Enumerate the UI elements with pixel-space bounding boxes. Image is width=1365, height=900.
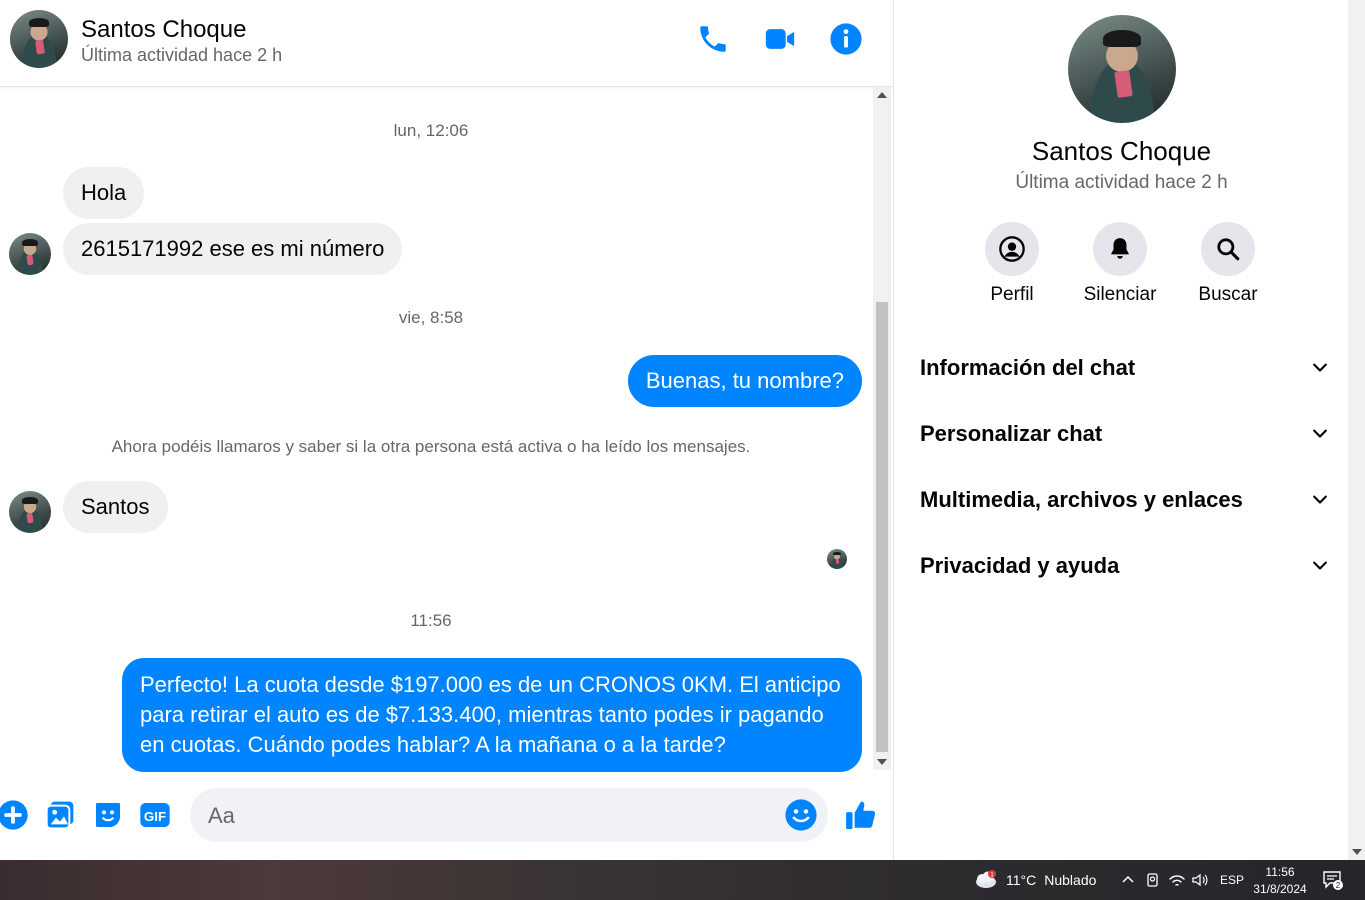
search-icon [1217, 238, 1240, 261]
scroll-down-arrow[interactable] [1352, 849, 1362, 855]
message-scrollbar[interactable] [873, 87, 891, 770]
system-note: Ahora podéis llamaros y saber si la otra… [111, 437, 751, 456]
contact-avatar[interactable] [10, 10, 68, 68]
section-media-files-links[interactable]: Multimedia, archivos y enlaces [920, 475, 1330, 525]
composer: GIF [0, 775, 893, 857]
video-camera-icon[interactable] [763, 22, 797, 56]
profile-button[interactable]: Perfil [962, 222, 1062, 306]
section-privacy-help[interactable]: Privacidad y ayuda [920, 541, 1330, 591]
scroll-thumb[interactable] [876, 302, 888, 752]
conversation-details-panel: Santos Choque Última actividad hace 2 h … [893, 0, 1349, 860]
page-scrollbar[interactable] [1348, 0, 1365, 860]
clock-date: 31/8/2024 [1253, 882, 1307, 896]
timestamp: 11:56 [410, 611, 452, 630]
sticker-icon[interactable] [92, 799, 124, 831]
contact-avatar-large[interactable] [1068, 15, 1176, 123]
timestamp: vie, 8:58 [398, 308, 464, 327]
phone-icon[interactable] [696, 22, 730, 56]
notification-count: 2 [1336, 881, 1341, 890]
windows-taskbar: 1 11°C Nublado ESP 11:56 31/8/2024 2 [0, 860, 1365, 900]
chat-header: Santos Choque Última actividad hace 2 h [0, 0, 893, 87]
message-input-box[interactable] [190, 788, 828, 844]
contact-avatar-small[interactable] [9, 491, 51, 533]
contact-status: Última actividad hace 2 h [1015, 172, 1228, 193]
language-indicator[interactable]: ESP [1220, 873, 1244, 887]
mute-label: Silenciar [1083, 284, 1157, 305]
image-icon[interactable] [44, 799, 76, 831]
gif-icon[interactable]: GIF [139, 799, 171, 831]
section-chat-info[interactable]: Información del chat [920, 343, 1330, 393]
section-label: Información del chat [920, 355, 1136, 380]
search-label: Buscar [1198, 284, 1258, 305]
section-customize-chat[interactable]: Personalizar chat [920, 409, 1330, 459]
svg-text:GIF: GIF [144, 809, 166, 824]
search-button[interactable]: Buscar [1178, 222, 1278, 306]
section-label: Multimedia, archivos y enlaces [920, 487, 1243, 512]
message-list[interactable]: lun, 12:06 Hola 2615171992 ese es mi núm… [0, 87, 873, 772]
chevron-down-icon [1313, 363, 1327, 372]
plus-icon[interactable] [0, 799, 29, 831]
chevron-up-icon[interactable] [1119, 871, 1137, 889]
contact-name[interactable]: Santos Choque [81, 16, 246, 44]
wifi-icon[interactable] [1168, 871, 1186, 889]
like-icon[interactable] [844, 798, 878, 832]
incoming-message[interactable]: 2615171992 ese es mi número [63, 223, 403, 275]
section-label: Personalizar chat [920, 421, 1103, 446]
incoming-message[interactable]: Santos [63, 481, 168, 533]
clock[interactable]: 11:56 31/8/2024 [1250, 864, 1310, 898]
bell-icon [1111, 238, 1129, 259]
outgoing-message[interactable]: Buenas, tu nombre? [627, 355, 862, 407]
chevron-down-icon [1313, 561, 1327, 570]
contact-avatar-small[interactable] [9, 233, 51, 275]
profile-icon [999, 236, 1025, 262]
scroll-down-arrow[interactable] [877, 759, 887, 765]
chevron-down-icon [1313, 429, 1327, 438]
emoji-icon[interactable] [784, 798, 818, 832]
outgoing-message[interactable]: Perfecto! La cuota desde $197.000 es de … [122, 658, 862, 772]
meet-now-icon[interactable] [1144, 871, 1162, 889]
info-icon[interactable] [829, 22, 863, 56]
incoming-message[interactable]: Hola [63, 167, 145, 219]
contact-name[interactable]: Santos Choque [894, 136, 1349, 167]
timestamp: lun, 12:06 [393, 121, 469, 140]
weather-widget[interactable]: 1 11°C Nublado [972, 870, 1096, 890]
contact-status: Última actividad hace 2 h [81, 45, 283, 65]
section-label: Privacidad y ayuda [920, 553, 1120, 578]
mute-button[interactable]: Silenciar [1070, 222, 1170, 306]
volume-icon[interactable] [1191, 871, 1209, 889]
cloud-icon: 1 [976, 870, 996, 888]
chevron-down-icon [1313, 495, 1327, 504]
message-input[interactable] [206, 788, 770, 844]
clock-time: 11:56 [1265, 865, 1295, 879]
profile-label: Perfil [990, 284, 1034, 305]
temperature: 11°C [1006, 872, 1037, 888]
scroll-up-arrow[interactable] [877, 92, 887, 98]
weather-condition: Nublado [1044, 872, 1097, 888]
seen-receipt-avatar [827, 549, 847, 569]
notification-icon[interactable]: 2 [1322, 869, 1344, 891]
